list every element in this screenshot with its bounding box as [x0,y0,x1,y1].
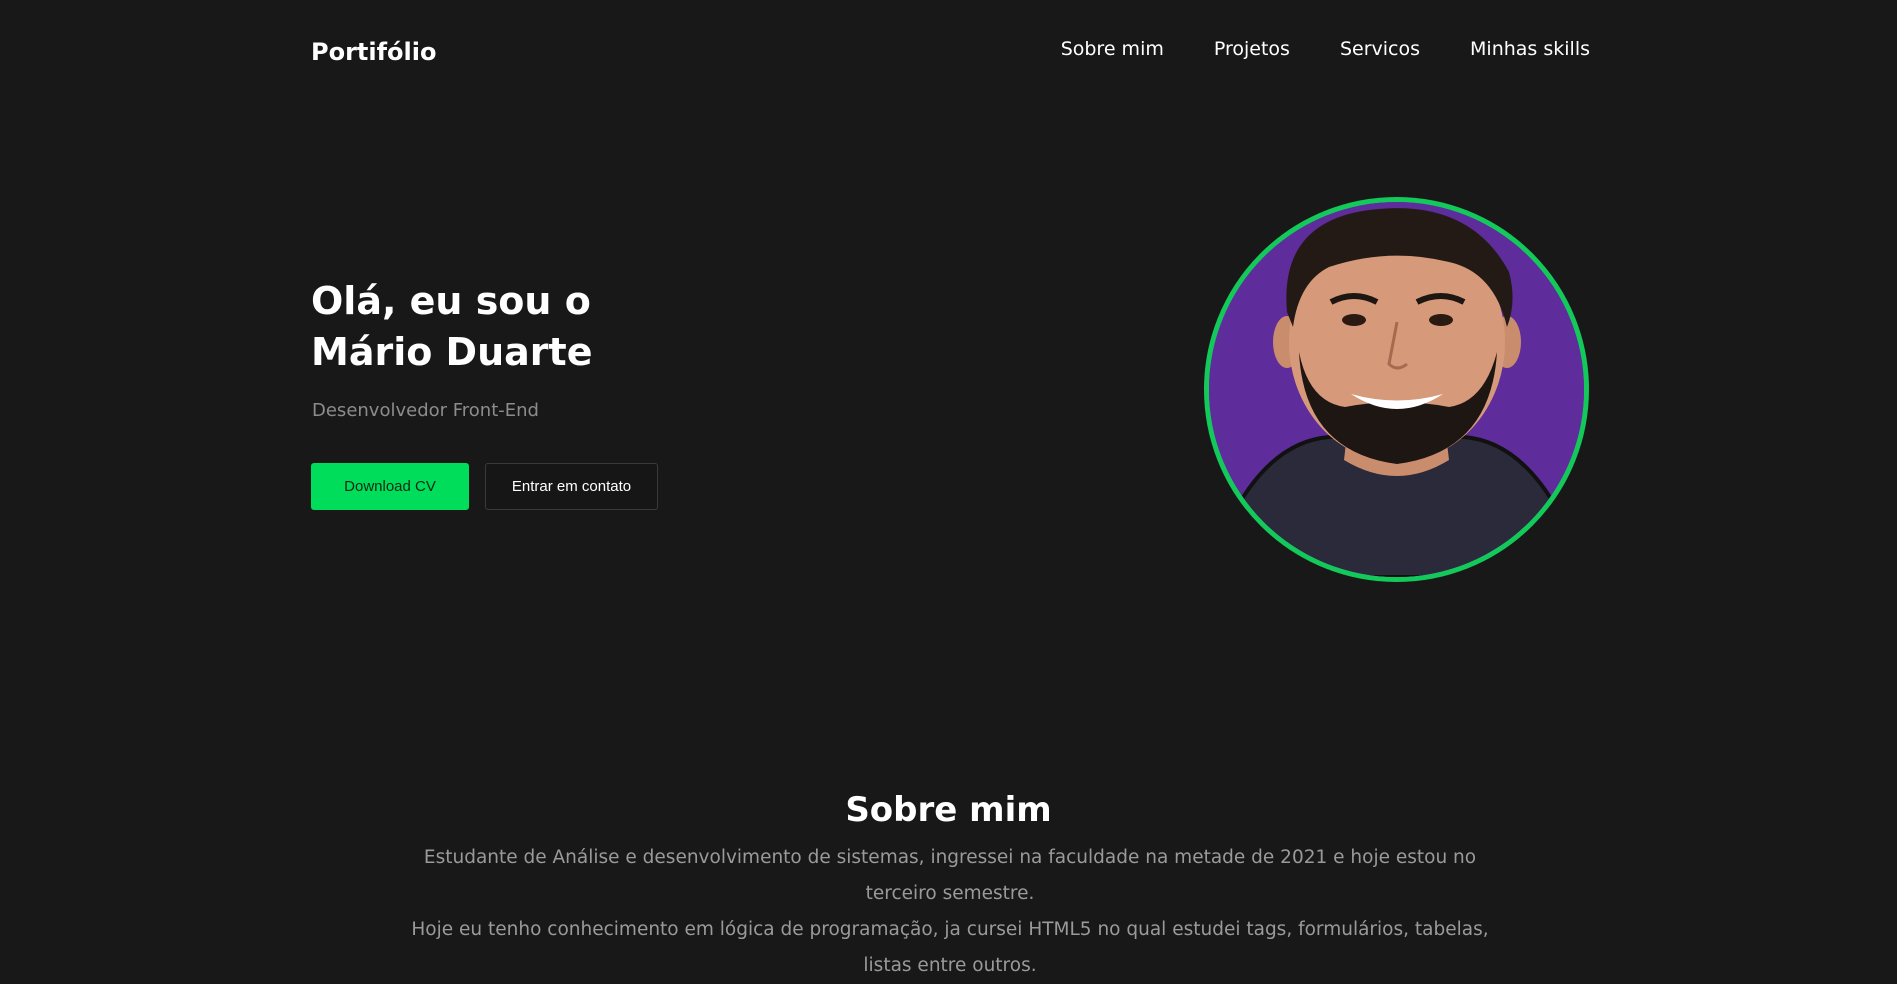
contact-button[interactable]: Entrar em contato [485,463,658,510]
about-title: Sobre mim [845,790,1052,831]
profile-photo-illustration [1209,202,1584,577]
logo[interactable]: Portifólio [311,38,436,66]
profile-photo [1204,197,1589,582]
hero-title-line-2: Mário Duarte [311,330,593,374]
hero-title-line-1: Olá, eu sou o [311,279,591,323]
download-cv-button[interactable]: Download CV [311,463,469,510]
nav-link-projetos[interactable]: Projetos [1214,38,1290,60]
nav-link-sobre-mim[interactable]: Sobre mim [1061,38,1164,60]
about-text: Estudante de Análise e desenvolvimento d… [400,840,1500,984]
nav-link-servicos[interactable]: Servicos [1340,38,1420,60]
nav-links: Sobre mim Projetos Servicos Minhas skill… [1011,38,1590,60]
navbar: Portifólio Sobre mim Projetos Servicos M… [0,0,1897,100]
nav-link-minhas-skills[interactable]: Minhas skills [1470,38,1590,60]
about-paragraph-2: Hoje eu tenho conhecimento em lógica de … [411,919,1489,976]
hero-title: Olá, eu sou o Mário Duarte [311,276,592,378]
hero-subtitle: Desenvolvedor Front-End [312,400,539,421]
about-paragraph-1: Estudante de Análise e desenvolvimento d… [423,847,1477,904]
